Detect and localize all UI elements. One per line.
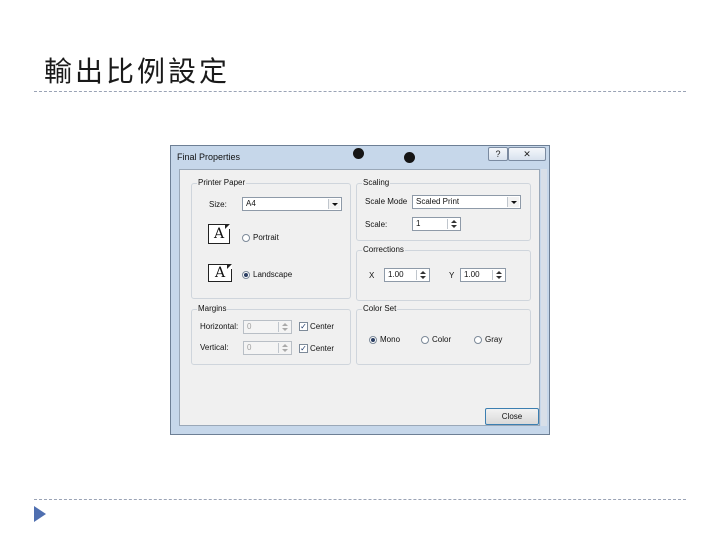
- scale-label: Scale:: [365, 220, 388, 229]
- y-correction-value: 1.00: [464, 270, 480, 279]
- occluding-blot: [404, 152, 415, 163]
- close-button[interactable]: Close: [485, 408, 539, 425]
- y-label: Y: [449, 271, 455, 280]
- chevron-down-icon[interactable]: [328, 199, 340, 209]
- portrait-radio[interactable]: [242, 234, 250, 242]
- gray-radio[interactable]: [474, 336, 482, 344]
- top-divider: [34, 91, 686, 92]
- mono-label[interactable]: Mono: [380, 335, 400, 344]
- printer-paper-label: Printer Paper: [197, 178, 247, 187]
- vertical-margin-input[interactable]: 0: [243, 341, 292, 355]
- landscape-radio[interactable]: [242, 271, 250, 279]
- vertical-center-checkbox[interactable]: ✓: [299, 344, 308, 353]
- margins-group: Margins Horizontal: 0 ✓ Center Vertical:…: [191, 304, 351, 365]
- vertical-spin-buttons[interactable]: [278, 343, 290, 353]
- dialog-client-area: Printer Paper Size: A4 A Portrait A Land…: [179, 169, 540, 426]
- horizontal-margin-input[interactable]: 0: [243, 320, 292, 334]
- mono-radio[interactable]: [369, 336, 377, 344]
- chevron-down-icon[interactable]: [507, 197, 519, 207]
- color-radio[interactable]: [421, 336, 429, 344]
- x-correction-input[interactable]: 1.00: [384, 268, 430, 282]
- paper-size-select[interactable]: A4: [242, 197, 342, 211]
- gray-label[interactable]: Gray: [485, 335, 502, 344]
- dialog-titlebar[interactable]: Final Properties ? ✕: [171, 146, 549, 168]
- scale-input[interactable]: 1: [412, 217, 461, 231]
- portrait-label[interactable]: Portrait: [253, 233, 279, 242]
- corrections-group: Corrections X 1.00 Y 1.00: [356, 245, 531, 301]
- printer-paper-group: Printer Paper Size: A4 A Portrait A Land…: [191, 178, 351, 299]
- color-set-label: Color Set: [362, 304, 398, 313]
- dialog-scrollbar[interactable]: [541, 169, 547, 426]
- final-properties-dialog: Final Properties ? ✕ Printer Paper Size:…: [170, 145, 550, 435]
- landscape-label[interactable]: Landscape: [253, 270, 292, 279]
- next-arrow-icon[interactable]: [34, 506, 46, 522]
- horizontal-spin-buttons[interactable]: [278, 322, 290, 332]
- landscape-paper-icon: A: [208, 264, 232, 282]
- vertical-margin-value: 0: [247, 343, 252, 352]
- bottom-divider: [34, 499, 686, 500]
- horizontal-margin-value: 0: [247, 322, 252, 331]
- paper-size-value: A4: [246, 199, 256, 208]
- x-spin-buttons[interactable]: [416, 270, 428, 280]
- color-label[interactable]: Color: [432, 335, 451, 344]
- y-spin-buttons[interactable]: [492, 270, 504, 280]
- scale-mode-value: Scaled Print: [416, 197, 460, 206]
- occluding-blot: [353, 148, 364, 159]
- vertical-label: Vertical:: [200, 343, 229, 352]
- vertical-center-label[interactable]: Center: [310, 344, 334, 353]
- horizontal-center-checkbox[interactable]: ✓: [299, 322, 308, 331]
- window-close-button[interactable]: ✕: [508, 147, 546, 161]
- x-label: X: [369, 271, 375, 280]
- horizontal-center-label[interactable]: Center: [310, 322, 334, 331]
- corrections-label: Corrections: [362, 245, 405, 254]
- scaling-group: Scaling Scale Mode Scaled Print Scale: 1: [356, 178, 531, 241]
- scale-mode-select[interactable]: Scaled Print: [412, 195, 521, 209]
- scale-mode-label: Scale Mode: [365, 197, 408, 206]
- size-label: Size:: [209, 200, 227, 209]
- help-button[interactable]: ?: [488, 147, 508, 161]
- scale-spin-buttons[interactable]: [447, 219, 459, 229]
- scaling-label: Scaling: [362, 178, 391, 187]
- color-set-group: Color Set Mono Color Gray: [356, 304, 531, 365]
- margins-label: Margins: [197, 304, 228, 313]
- horizontal-label: Horizontal:: [200, 322, 239, 331]
- dialog-title: Final Properties: [177, 152, 241, 162]
- portrait-paper-icon: A: [208, 224, 230, 244]
- slide-title: 輸出比例設定: [44, 55, 231, 88]
- scale-value: 1: [416, 219, 421, 228]
- y-correction-input[interactable]: 1.00: [460, 268, 506, 282]
- x-correction-value: 1.00: [388, 270, 404, 279]
